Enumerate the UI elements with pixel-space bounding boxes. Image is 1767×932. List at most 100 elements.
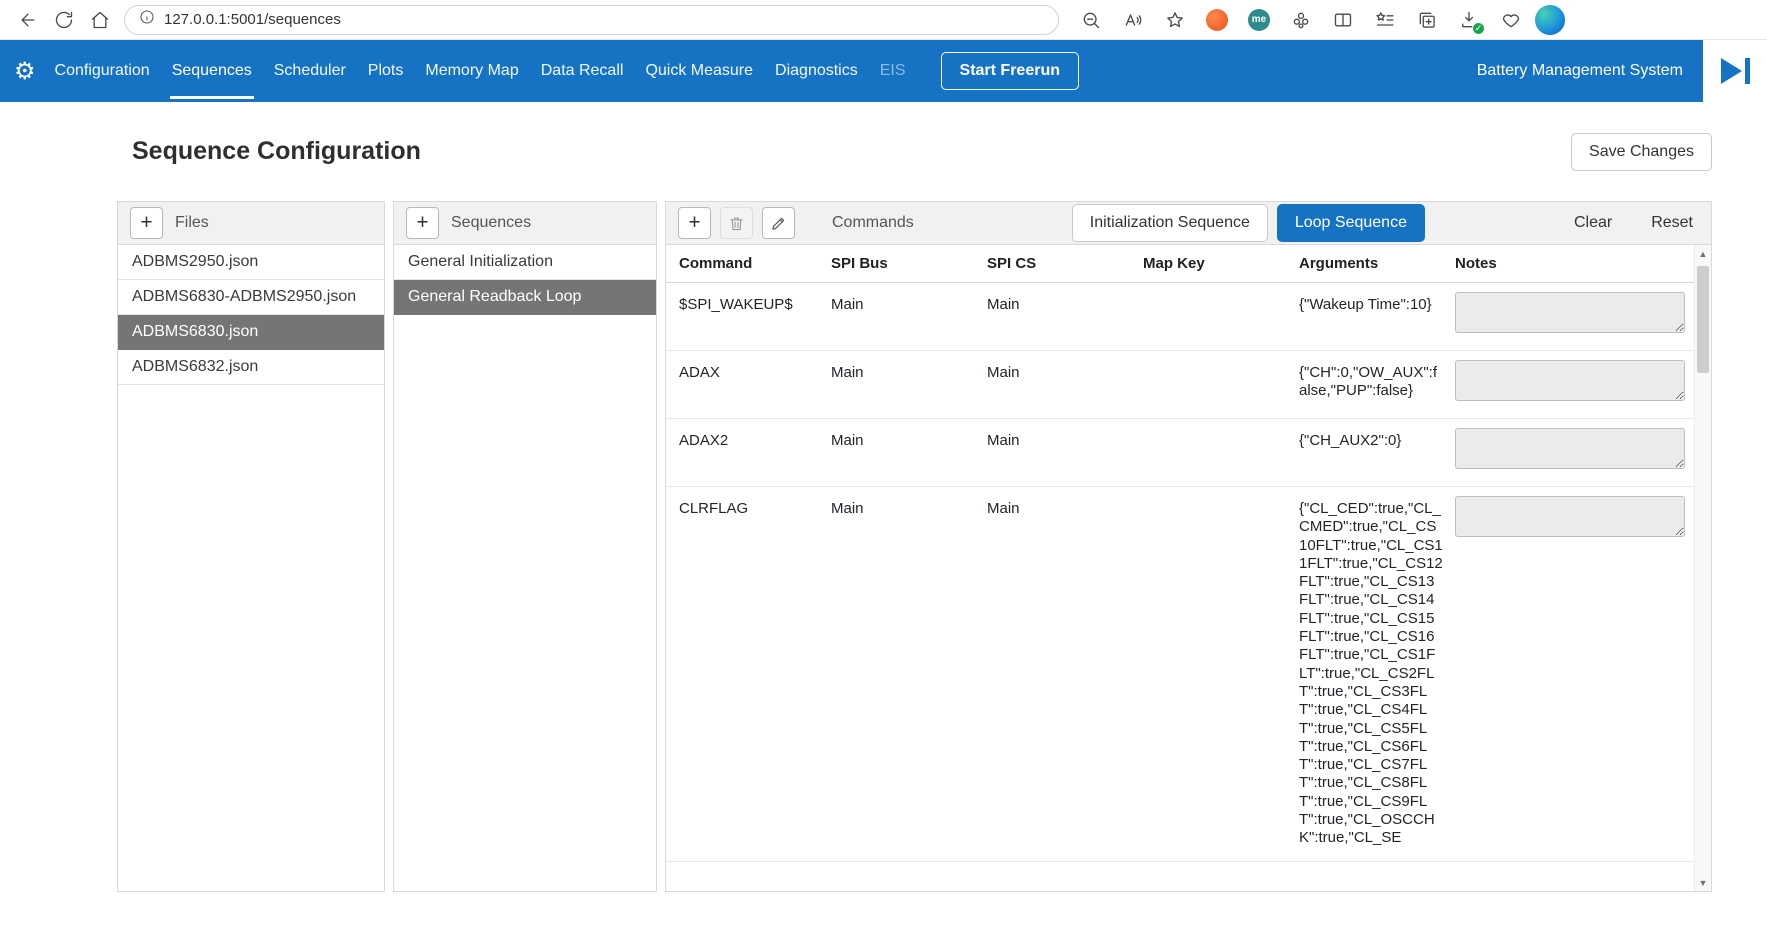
col-command: Command: [666, 245, 831, 283]
nav-item-sequences[interactable]: Sequences: [161, 40, 263, 102]
downloads-icon[interactable]: ✓: [1451, 3, 1487, 37]
notes-textarea[interactable]: [1455, 360, 1685, 401]
run-panel[interactable]: [1703, 40, 1767, 102]
zoom-out-icon[interactable]: [1073, 3, 1109, 37]
col-map-key: Map Key: [1143, 245, 1299, 283]
url-text: 127.0.0.1:5001/sequences: [164, 11, 341, 28]
settings-gear-icon[interactable]: ⚙: [14, 40, 36, 102]
table-scrollbar[interactable]: ▲ ▼: [1694, 245, 1711, 891]
files-panel-title: Files: [175, 214, 209, 232]
browser-toolbar: 127.0.0.1:5001/sequences me: [0, 0, 1767, 40]
command-cell: $SPI_WAKEUP$: [666, 283, 831, 351]
scrollbar-thumb[interactable]: [1697, 266, 1709, 373]
extension-2-icon[interactable]: [1283, 3, 1319, 37]
spi-cs-cell: Main: [987, 487, 1143, 862]
initialization-sequence-button[interactable]: Initialization Sequence: [1072, 204, 1268, 242]
main-content: + Files ADBMS2950.json ADBMS6830-ADBMS29…: [0, 201, 1767, 892]
read-aloud-icon[interactable]: [1115, 3, 1151, 37]
favorites-bar-icon[interactable]: [1367, 3, 1403, 37]
play-icon: [1721, 58, 1742, 84]
spi-bus-cell: Main: [831, 283, 987, 351]
sequence-item-selected[interactable]: General Readback Loop: [394, 280, 656, 315]
nav-item-quick-measure[interactable]: Quick Measure: [634, 40, 764, 102]
arguments-cell: {"CH_AUX2":0}: [1299, 419, 1455, 487]
download-success-badge: ✓: [1472, 22, 1485, 35]
sequences-panel-header: + Sequences: [394, 202, 656, 245]
sequence-item[interactable]: General Initialization: [394, 245, 656, 280]
nav-item-memory-map[interactable]: Memory Map: [414, 40, 529, 102]
command-row[interactable]: ADAX Main Main {"CH":0,"OW_AUX":false,"P…: [666, 351, 1694, 419]
save-changes-button[interactable]: Save Changes: [1571, 133, 1712, 171]
spi-cs-cell: Main: [987, 419, 1143, 487]
files-panel-header: + Files: [118, 202, 384, 245]
add-sequence-button[interactable]: +: [406, 207, 439, 239]
nav-item-scheduler[interactable]: Scheduler: [263, 40, 357, 102]
refresh-icon[interactable]: [46, 3, 82, 37]
collections-icon[interactable]: [1409, 3, 1445, 37]
map-key-cell: [1143, 487, 1299, 862]
table-header-row: Command SPI Bus SPI CS Map Key Arguments…: [666, 245, 1694, 283]
command-cell: CLRFLAG: [666, 487, 831, 862]
notes-textarea[interactable]: [1455, 428, 1685, 469]
add-file-button[interactable]: +: [130, 207, 163, 239]
page-title: Sequence Configuration: [132, 137, 421, 166]
extension-icon[interactable]: [1199, 3, 1235, 37]
commands-panel-header: + Commands Initialization Sequence Loop …: [666, 202, 1711, 245]
file-item[interactable]: ADBMS2950.json: [118, 245, 384, 280]
arguments-cell: {"CH":0,"OW_AUX":false,"PUP":false}: [1299, 351, 1455, 419]
file-item-selected[interactable]: ADBMS6830.json: [118, 315, 384, 350]
favorite-star-icon[interactable]: [1157, 3, 1193, 37]
command-cell: ADAX2: [666, 419, 831, 487]
scroll-up-icon[interactable]: ▲: [1695, 245, 1711, 262]
browser-essentials-icon[interactable]: [1493, 3, 1529, 37]
page-header: Sequence Configuration Save Changes: [0, 102, 1767, 201]
reset-button[interactable]: Reset: [1651, 214, 1693, 232]
split-screen-icon[interactable]: [1325, 3, 1361, 37]
app-brand: Battery Management System: [1477, 62, 1703, 80]
spi-bus-cell: Main: [831, 351, 987, 419]
file-item[interactable]: ADBMS6832.json: [118, 350, 384, 385]
notes-textarea[interactable]: [1455, 496, 1685, 537]
nav-item-diagnostics[interactable]: Diagnostics: [764, 40, 869, 102]
scroll-down-icon[interactable]: ▼: [1695, 874, 1711, 891]
address-bar[interactable]: 127.0.0.1:5001/sequences: [124, 5, 1059, 35]
notes-cell: [1455, 487, 1694, 862]
site-info-icon[interactable]: [139, 9, 155, 30]
back-icon[interactable]: [10, 3, 46, 37]
nav-item-configuration[interactable]: Configuration: [44, 40, 161, 102]
files-panel: + Files ADBMS2950.json ADBMS6830-ADBMS29…: [117, 201, 385, 892]
command-row[interactable]: $SPI_WAKEUP$ Main Main {"Wakeup Time":10…: [666, 283, 1694, 351]
col-spi-bus: SPI Bus: [831, 245, 987, 283]
command-cell: ADAX: [666, 351, 831, 419]
start-freerun-button[interactable]: Start Freerun: [941, 52, 1079, 90]
map-key-cell: [1143, 351, 1299, 419]
spi-bus-cell: Main: [831, 487, 987, 862]
nav-item-data-recall[interactable]: Data Recall: [530, 40, 635, 102]
notes-cell: [1455, 283, 1694, 351]
command-row[interactable]: ADAX2 Main Main {"CH_AUX2":0}: [666, 419, 1694, 487]
file-item[interactable]: ADBMS6830-ADBMS2950.json: [118, 280, 384, 315]
home-icon[interactable]: [82, 3, 118, 37]
clear-button[interactable]: Clear: [1574, 214, 1612, 232]
toolbar-right: me ✓: [1073, 3, 1551, 37]
map-key-cell: [1143, 283, 1299, 351]
edit-command-button[interactable]: [762, 207, 795, 239]
col-arguments: Arguments: [1299, 245, 1455, 283]
spi-cs-cell: Main: [987, 283, 1143, 351]
col-notes: Notes: [1455, 245, 1694, 283]
edge-logo-icon[interactable]: [1535, 5, 1565, 35]
notes-textarea[interactable]: [1455, 292, 1685, 333]
spi-bus-cell: Main: [831, 419, 987, 487]
commands-panel: + Commands Initialization Sequence Loop …: [665, 201, 1712, 892]
loop-sequence-button[interactable]: Loop Sequence: [1277, 204, 1425, 242]
arguments-cell: {"CL_CED":true,"CL_CMED":true,"CL_CS10FL…: [1299, 487, 1455, 862]
profile-avatar[interactable]: me: [1241, 3, 1277, 37]
notes-cell: [1455, 419, 1694, 487]
nav-item-plots[interactable]: Plots: [357, 40, 415, 102]
command-row[interactable]: CLRFLAG Main Main {"CL_CED":true,"CL_CME…: [666, 487, 1694, 862]
delete-command-button[interactable]: [720, 207, 753, 239]
notes-cell: [1455, 351, 1694, 419]
commands-table-area: Command SPI Bus SPI CS Map Key Arguments…: [666, 245, 1694, 891]
add-command-button[interactable]: +: [678, 207, 711, 239]
spi-cs-cell: Main: [987, 351, 1143, 419]
